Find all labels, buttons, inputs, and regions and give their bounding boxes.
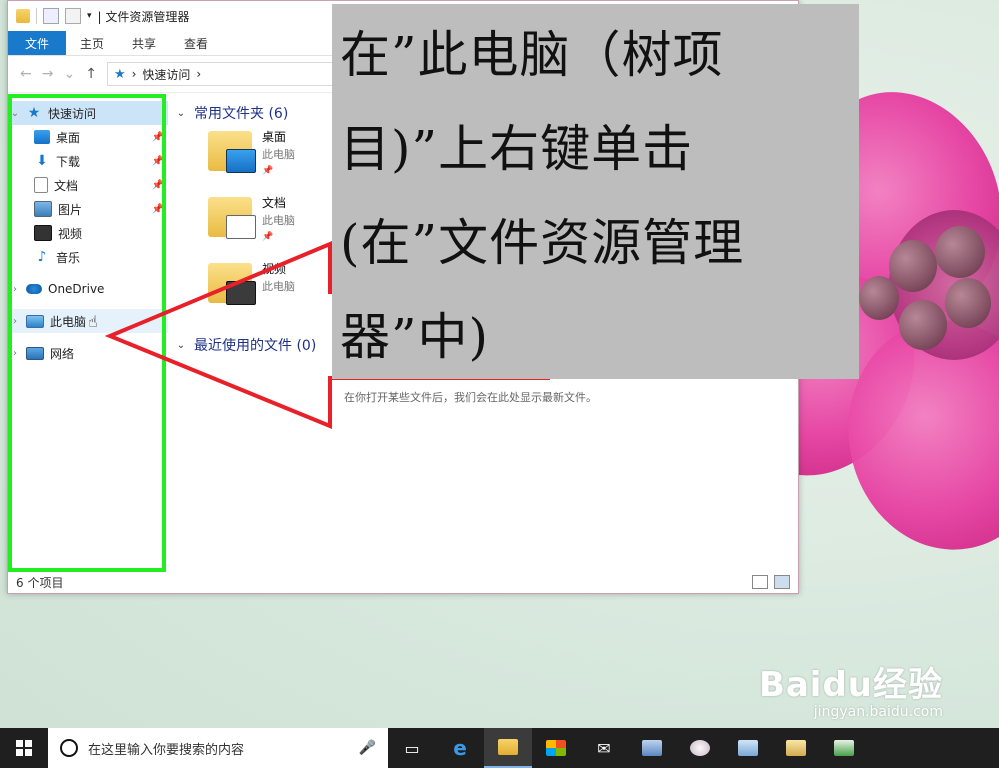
chevron-down-icon[interactable]: ⌄ bbox=[174, 340, 188, 351]
flower-stamen bbox=[889, 240, 937, 292]
taskbar-search-box[interactable]: 在这里输入你要搜索的内容 🎤 bbox=[48, 728, 388, 768]
forward-arrow-icon[interactable]: → bbox=[42, 66, 54, 82]
callout-line: (在”文件资源管理 bbox=[340, 214, 745, 272]
window-title: | 文件资源管理器 bbox=[97, 9, 190, 24]
mail-envelope-icon[interactable]: ✉ bbox=[580, 728, 628, 768]
folder-icon bbox=[208, 263, 256, 305]
keyboard-app-icon[interactable] bbox=[628, 728, 676, 768]
back-arrow-icon[interactable]: ← bbox=[20, 66, 32, 82]
chevron-down-icon[interactable]: ⌄ bbox=[174, 108, 188, 119]
empty-recent-message: 在你打开某些文件后，我们会在此处显示最新文件。 bbox=[344, 391, 597, 404]
folder-name: 文档 bbox=[262, 196, 287, 210]
chevron-down-icon[interactable]: ▾ bbox=[87, 11, 92, 21]
store-bag-icon[interactable] bbox=[532, 728, 580, 768]
document-icon bbox=[226, 215, 256, 239]
search-placeholder: 在这里输入你要搜索的内容 bbox=[88, 742, 245, 758]
folder-location: 此电脑 bbox=[262, 214, 295, 227]
video-film-icon bbox=[226, 281, 256, 305]
windows-logo-icon bbox=[16, 740, 32, 756]
baidu-watermark: Baidu经验 jingyan.baidu.com bbox=[759, 657, 943, 720]
tab-home[interactable]: 主页 bbox=[66, 31, 118, 55]
folder-icon bbox=[208, 197, 256, 239]
folder-name: 桌面 bbox=[262, 130, 287, 144]
chevron-right-icon: › bbox=[131, 67, 137, 81]
details-view-icon[interactable] bbox=[752, 575, 768, 589]
divider bbox=[36, 8, 37, 24]
folder-location: 此电脑 bbox=[262, 280, 295, 293]
group-header: 常用文件夹 (6) bbox=[194, 106, 289, 122]
edge-browser-icon[interactable]: e bbox=[436, 728, 484, 768]
large-icons-view-icon[interactable] bbox=[774, 575, 790, 589]
new-folder-icon[interactable] bbox=[65, 8, 81, 24]
item-count: 6 个项目 bbox=[16, 575, 64, 590]
folder-location: 此电脑 bbox=[262, 148, 295, 161]
callout-line: 器”中) bbox=[340, 308, 490, 366]
callout-line: 在”此电脑（树项 bbox=[340, 26, 724, 84]
start-button[interactable] bbox=[0, 728, 48, 768]
up-arrow-icon[interactable]: ↑ bbox=[85, 66, 97, 82]
chevron-right-icon: › bbox=[196, 67, 202, 81]
contacts-app-icon[interactable] bbox=[772, 728, 820, 768]
tools-app-icon[interactable] bbox=[724, 728, 772, 768]
flower-stamen bbox=[935, 226, 985, 278]
microphone-icon[interactable]: 🎤 bbox=[359, 740, 376, 756]
folder-icon bbox=[208, 131, 256, 173]
paint-app-icon[interactable] bbox=[676, 728, 724, 768]
folder-icon[interactable] bbox=[16, 9, 30, 23]
callout-line: 目)”上右键单击 bbox=[340, 120, 694, 178]
properties-icon[interactable] bbox=[43, 8, 59, 24]
pin-icon: 📌 bbox=[262, 232, 274, 242]
instruction-callout: 在”此电脑（树项 目)”上右键单击 (在”文件资源管理 器”中) bbox=[332, 4, 859, 379]
group-header: 最近使用的文件 (0) bbox=[194, 338, 317, 354]
pin-icon: 📌 bbox=[262, 166, 274, 176]
cortana-circle-icon bbox=[60, 739, 78, 757]
flower-stamen bbox=[859, 276, 899, 320]
flower-stamen bbox=[899, 300, 947, 350]
tab-share[interactable]: 共享 bbox=[118, 31, 170, 55]
navigation-pane-highlight bbox=[8, 94, 166, 572]
view-toggle bbox=[752, 575, 790, 589]
folder-name: 视频 bbox=[262, 262, 287, 276]
chevron-down-icon[interactable]: ⌄ bbox=[63, 66, 75, 82]
tab-file[interactable]: 文件 bbox=[8, 31, 66, 55]
taskbar: 在这里输入你要搜索的内容 🎤 ▭ e ✉ bbox=[0, 728, 999, 768]
security-app-icon[interactable] bbox=[820, 728, 868, 768]
tab-view[interactable]: 查看 bbox=[170, 31, 222, 55]
watermark-url: jingyan.baidu.com bbox=[813, 704, 943, 720]
file-explorer-icon[interactable] bbox=[484, 728, 532, 768]
quick-access-star-icon: ★ bbox=[113, 66, 126, 82]
desktop-icon bbox=[226, 149, 256, 173]
watermark-logo: Baidu经验 bbox=[758, 665, 943, 705]
status-bar: 6 个项目 bbox=[8, 571, 798, 593]
flower-stamen bbox=[945, 278, 991, 328]
breadcrumb[interactable]: 快速访问 bbox=[142, 66, 190, 83]
task-view-icon[interactable]: ▭ bbox=[388, 728, 436, 768]
